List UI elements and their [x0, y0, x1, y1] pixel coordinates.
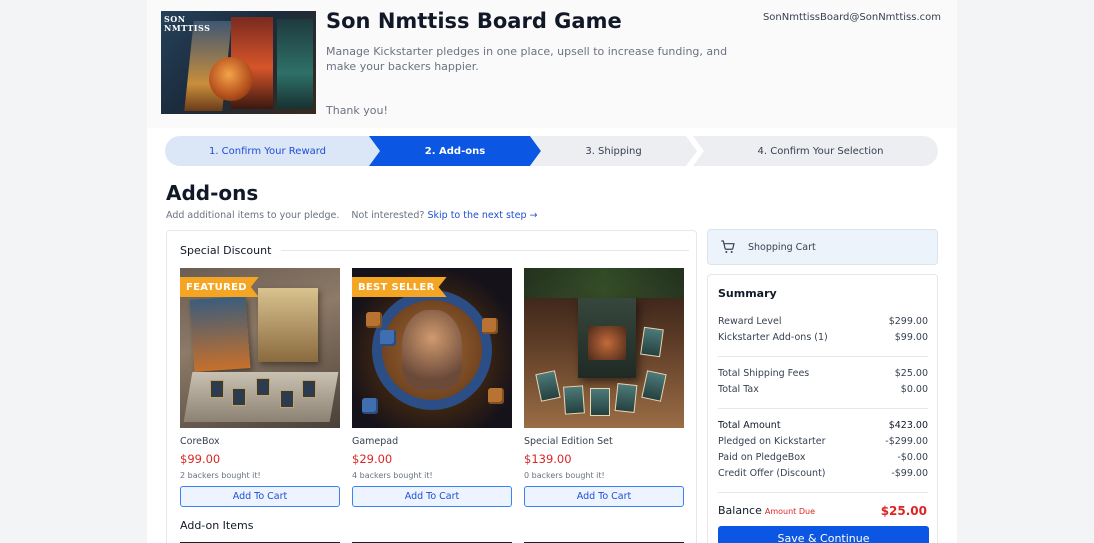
credit-row: Credit Offer (Discount) -$99.00	[718, 468, 928, 479]
reward-level-label: Reward Level	[718, 316, 782, 327]
save-and-continue-button[interactable]: Save & Continue	[718, 526, 929, 543]
section-description: Add additional items to your pledge. Not …	[166, 210, 537, 221]
balance-text: Balance	[718, 504, 762, 517]
total-value: $423.00	[888, 420, 928, 431]
add-to-cart-button[interactable]: Add To Cart	[180, 486, 340, 507]
credit-value: -$99.00	[891, 468, 928, 479]
add-to-cart-button[interactable]: Add To Cart	[352, 486, 512, 507]
product-image[interactable]: FEATURED	[180, 268, 340, 428]
paid-value: -$0.00	[897, 452, 928, 463]
pledged-row: Pledged on Kickstarter -$299.00	[718, 436, 928, 447]
divider	[718, 408, 928, 409]
special-discount-label: Special Discount	[180, 244, 272, 257]
divider	[718, 492, 928, 493]
balance-value: $25.00	[880, 504, 927, 518]
paid-row: Paid on PledgeBox -$0.00	[718, 452, 928, 463]
shipping-value: $25.00	[894, 368, 928, 379]
product-price: $139.00	[524, 452, 572, 466]
project-header: SON NMTTISS Son Nmttiss Board Game Manag…	[147, 0, 957, 128]
cover-logo: SON NMTTISS	[164, 14, 211, 33]
best-seller-ribbon: BEST SELLER	[352, 277, 447, 297]
shopping-cart-icon	[721, 240, 735, 253]
product-name: CoreBox	[180, 436, 220, 447]
backers-count: 2 backers bought it!	[180, 471, 261, 480]
reward-level-row: Reward Level $299.00	[718, 316, 928, 327]
product-price: $29.00	[352, 452, 393, 466]
add-to-cart-button[interactable]: Add To Cart	[524, 486, 684, 507]
backers-count: 4 backers bought it!	[352, 471, 433, 480]
project-cover-image: SON NMTTISS	[161, 11, 316, 114]
shipping-row: Total Shipping Fees $25.00	[718, 368, 928, 379]
tax-row: Total Tax $0.00	[718, 384, 928, 395]
step-add-ons[interactable]: 2. Add-ons	[369, 136, 541, 166]
checkout-stepper: 1. Confirm Your Reward 2. Add-ons 3. Shi…	[165, 136, 938, 166]
addons-row: Kickstarter Add-ons (1) $99.00	[718, 332, 928, 343]
page-title: Son Nmttiss Board Game	[326, 9, 622, 33]
divider	[718, 356, 928, 357]
tax-label: Total Tax	[718, 384, 759, 395]
pledged-value: -$299.00	[885, 436, 928, 447]
total-label: Total Amount	[718, 420, 781, 431]
total-row: Total Amount $423.00	[718, 420, 928, 431]
backers-count: 0 backers bought it!	[524, 471, 605, 480]
not-interested-text: Not interested?	[351, 210, 425, 221]
shipping-label: Total Shipping Fees	[718, 368, 810, 379]
credit-label: Credit Offer (Discount)	[718, 468, 826, 479]
pledged-label: Pledged on Kickstarter	[718, 436, 826, 447]
step-shipping[interactable]: 3. Shipping	[530, 136, 697, 166]
addons-label: Kickstarter Add-ons (1)	[718, 332, 828, 343]
product-card-special-edition: Special Edition Set $139.00 0 backers bo…	[524, 268, 684, 507]
shopping-cart-label: Shopping Cart	[748, 241, 816, 253]
featured-ribbon: FEATURED	[180, 277, 259, 297]
project-description: Manage Kickstarter pledges in one place,…	[326, 45, 728, 73]
thank-you-text: Thank you!	[326, 104, 388, 117]
order-summary: Summary Reward Level $299.00 Kickstarter…	[707, 274, 938, 543]
product-name: Gamepad	[352, 436, 399, 447]
step-confirm-selection[interactable]: 4. Confirm Your Selection	[693, 136, 938, 166]
product-card-corebox: FEATURED CoreBox $99.00 2 backers bought…	[180, 268, 340, 507]
add-ons-panel: Special Discount FEATURED CoreBox $99.00…	[166, 230, 697, 543]
product-price: $99.00	[180, 452, 221, 466]
shopping-cart[interactable]: Shopping Cart	[707, 229, 938, 265]
page: SON NMTTISS Son Nmttiss Board Game Manag…	[147, 0, 957, 543]
addons-value: $99.00	[894, 332, 928, 343]
summary-title: Summary	[718, 287, 777, 300]
paid-label: Paid on PledgeBox	[718, 452, 806, 463]
reward-level-value: $299.00	[888, 316, 928, 327]
product-image[interactable]: BEST SELLER	[352, 268, 512, 428]
amount-due-text: Amount Due	[764, 507, 816, 516]
add-items-hint: Add additional items to your pledge.	[166, 210, 340, 221]
tax-value: $0.00	[900, 384, 928, 395]
product-name: Special Edition Set	[524, 436, 613, 447]
product-card-gamepad: BEST SELLER Gamepad $29.00 4 backers bou…	[352, 268, 512, 507]
product-image[interactable]	[524, 268, 684, 428]
add-on-items-heading: Add-on Items	[180, 519, 253, 532]
skip-to-next-step-link[interactable]: Skip to the next step →	[427, 210, 537, 221]
step-confirm-reward[interactable]: 1. Confirm Your Reward	[165, 136, 380, 166]
divider	[281, 250, 690, 251]
special-discount-heading: Special Discount	[180, 244, 690, 257]
balance-label: Balance Amount Due	[718, 504, 815, 517]
contact-email[interactable]: SonNmttissBoard@SonNmttiss.com	[763, 12, 941, 23]
section-title: Add-ons	[166, 181, 259, 205]
add-on-items-label: Add-on Items	[180, 519, 254, 532]
